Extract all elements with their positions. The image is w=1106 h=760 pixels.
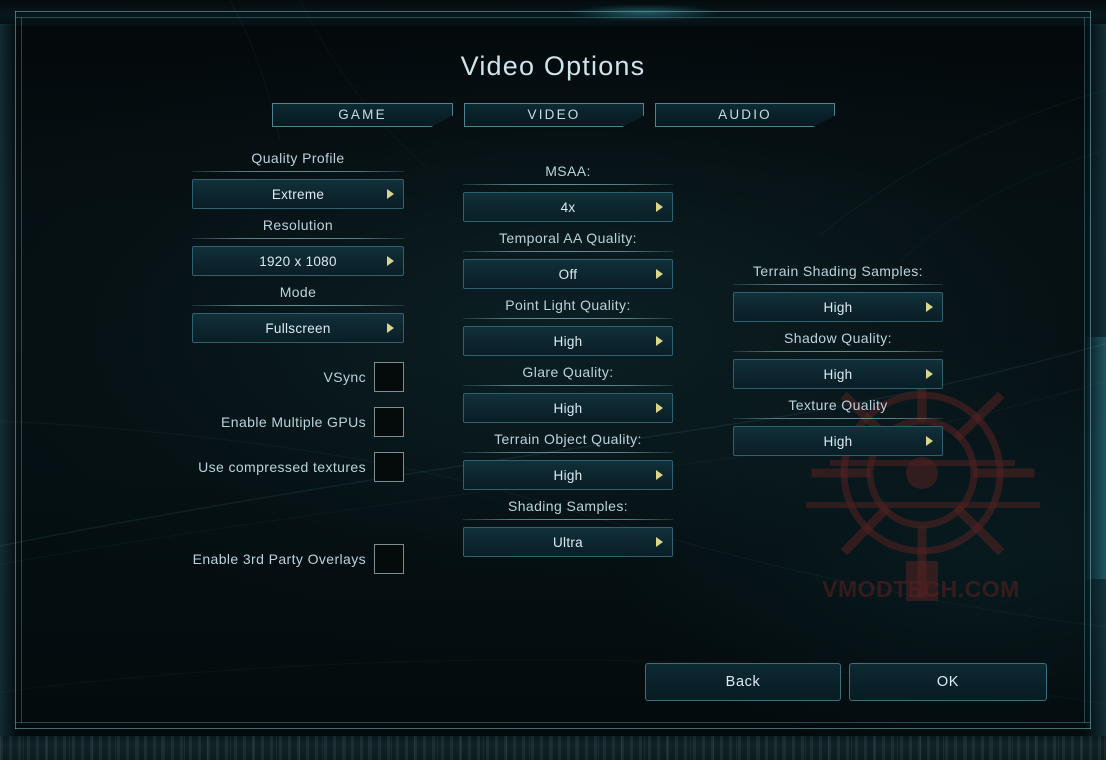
- dropdown-point-light-quality[interactable]: High: [463, 326, 673, 356]
- label-msaa: MSAA:: [545, 163, 591, 179]
- checkbox-row-multiple-gpus[interactable]: Enable Multiple GPUs: [160, 407, 404, 437]
- field-msaa: MSAA: 4x: [463, 163, 673, 222]
- ok-button[interactable]: OK: [849, 663, 1047, 701]
- checkbox-vsync[interactable]: [374, 362, 404, 392]
- field-point-light-quality: Point Light Quality: High: [463, 297, 673, 356]
- checkbox-3rd-party-overlays[interactable]: [374, 544, 404, 574]
- chevron-right-icon: [387, 323, 394, 333]
- divider: [463, 184, 673, 185]
- dropdown-value: High: [553, 400, 583, 416]
- dropdown-shading-samples[interactable]: Ultra: [463, 527, 673, 557]
- divider: [733, 418, 943, 419]
- chevron-right-icon: [387, 189, 394, 199]
- dropdown-terrain-shading-samples[interactable]: High: [733, 292, 943, 322]
- dropdown-value: 4x: [560, 199, 576, 215]
- label-vsync: VSync: [323, 369, 366, 385]
- dropdown-resolution[interactable]: 1920 x 1080: [192, 246, 404, 276]
- chevron-right-icon: [926, 369, 933, 379]
- dropdown-value: High: [823, 433, 853, 449]
- page-title: Video Options: [460, 51, 646, 81]
- checkbox-row-3rd-party-overlays[interactable]: Enable 3rd Party Overlays: [160, 544, 404, 574]
- field-temporal-aa-quality: Temporal AA Quality: Off: [463, 230, 673, 289]
- divider: [463, 519, 673, 520]
- chevron-right-icon: [656, 336, 663, 346]
- chevron-right-icon: [656, 403, 663, 413]
- field-mode: Mode Fullscreen: [192, 284, 404, 343]
- dropdown-value: Extreme: [271, 186, 325, 202]
- dropdown-value: 1920 x 1080: [259, 253, 337, 269]
- field-glare-quality: Glare Quality: High: [463, 364, 673, 423]
- dropdown-msaa[interactable]: 4x: [463, 192, 673, 222]
- tab-bar: GAME VIDEO AUDIO: [272, 103, 835, 127]
- chevron-right-icon: [387, 256, 394, 266]
- divider: [463, 385, 673, 386]
- tab-video[interactable]: VIDEO: [464, 103, 644, 127]
- label-temporal-aa-quality: Temporal AA Quality:: [499, 230, 637, 246]
- chevron-right-icon: [656, 470, 663, 480]
- tab-audio[interactable]: AUDIO: [655, 103, 835, 127]
- divider: [463, 452, 673, 453]
- dropdown-value: Off: [558, 266, 578, 282]
- dropdown-value: Ultra: [552, 534, 583, 550]
- checkbox-row-vsync[interactable]: VSync: [160, 362, 404, 392]
- divider: [192, 305, 404, 306]
- dropdown-value: Fullscreen: [265, 320, 331, 336]
- video-options-screen: VMODTECH.COM Video Options GAME VIDEO AU…: [0, 0, 1106, 760]
- dropdown-value: High: [823, 366, 853, 382]
- label-texture-quality: Texture Quality: [788, 397, 888, 413]
- label-terrain-object-quality: Terrain Object Quality:: [494, 431, 642, 447]
- dropdown-terrain-object-quality[interactable]: High: [463, 460, 673, 490]
- divider: [192, 238, 404, 239]
- divider: [463, 251, 673, 252]
- options-panel: Video Options GAME VIDEO AUDIO Quality P…: [0, 0, 1106, 760]
- dropdown-mode[interactable]: Fullscreen: [192, 313, 404, 343]
- dropdown-temporal-aa-quality[interactable]: Off: [463, 259, 673, 289]
- label-mode: Mode: [279, 284, 317, 300]
- divider: [463, 318, 673, 319]
- label-multiple-gpus: Enable Multiple GPUs: [221, 414, 366, 430]
- field-shadow-quality: Shadow Quality: High: [733, 330, 943, 389]
- field-terrain-shading-samples: Terrain Shading Samples: High: [733, 263, 943, 322]
- dropdown-value: High: [823, 299, 853, 315]
- dropdown-value: High: [553, 467, 583, 483]
- label-glare-quality: Glare Quality:: [522, 364, 614, 380]
- dropdown-texture-quality[interactable]: High: [733, 426, 943, 456]
- divider: [192, 171, 404, 172]
- dropdown-value: High: [553, 333, 583, 349]
- checkbox-row-compressed-textures[interactable]: Use compressed textures: [160, 452, 404, 482]
- chevron-right-icon: [656, 202, 663, 212]
- field-quality-profile: Quality Profile Extreme: [192, 150, 404, 209]
- chevron-right-icon: [926, 436, 933, 446]
- divider: [733, 351, 943, 352]
- dropdown-glare-quality[interactable]: High: [463, 393, 673, 423]
- chevron-right-icon: [926, 302, 933, 312]
- dropdown-quality-profile[interactable]: Extreme: [192, 179, 404, 209]
- label-shadow-quality: Shadow Quality:: [784, 330, 892, 346]
- dropdown-shadow-quality[interactable]: High: [733, 359, 943, 389]
- label-shading-samples: Shading Samples:: [507, 498, 629, 514]
- label-quality-profile: Quality Profile: [251, 150, 345, 166]
- checkbox-compressed-textures[interactable]: [374, 452, 404, 482]
- label-3rd-party-overlays: Enable 3rd Party Overlays: [192, 551, 366, 567]
- label-point-light-quality: Point Light Quality:: [505, 297, 631, 313]
- label-resolution: Resolution: [262, 217, 334, 233]
- label-terrain-shading-samples: Terrain Shading Samples:: [753, 263, 923, 279]
- field-resolution: Resolution 1920 x 1080: [192, 217, 404, 276]
- tab-game[interactable]: GAME: [272, 103, 453, 127]
- divider: [733, 284, 943, 285]
- field-shading-samples: Shading Samples: Ultra: [463, 498, 673, 557]
- label-compressed-textures: Use compressed textures: [198, 459, 366, 475]
- chevron-right-icon: [656, 537, 663, 547]
- chevron-right-icon: [656, 269, 663, 279]
- field-terrain-object-quality: Terrain Object Quality: High: [463, 431, 673, 490]
- field-texture-quality: Texture Quality High: [733, 397, 943, 456]
- back-button[interactable]: Back: [645, 663, 841, 701]
- checkbox-multiple-gpus[interactable]: [374, 407, 404, 437]
